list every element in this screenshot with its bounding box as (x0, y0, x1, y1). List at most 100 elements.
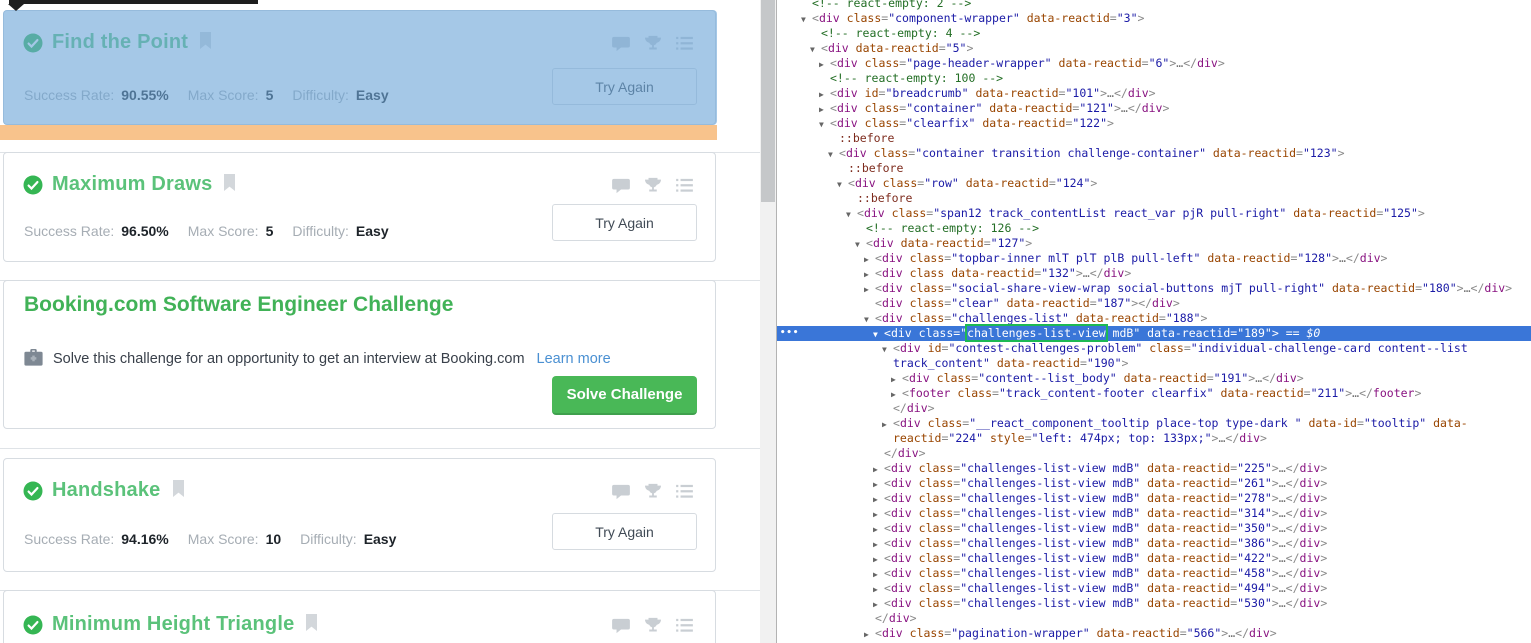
devtools-node-row[interactable]: <!-- react-empty: 2 --> (777, 0, 1531, 11)
devtools-node-row[interactable]: ▼<div class="container transition challe… (777, 146, 1531, 161)
discussions-icon[interactable] (612, 484, 630, 500)
leaderboard-trophy-icon[interactable] (644, 177, 662, 194)
devtools-node-row[interactable]: ▶<div class="challenges-list-view mdB" d… (777, 521, 1531, 536)
expand-arrow-closed-icon[interactable]: ▶ (873, 462, 884, 477)
expand-arrow-open-icon[interactable]: ▼ (837, 177, 848, 192)
page-scrollbar-thumb[interactable] (761, 0, 775, 202)
devtools-node-row[interactable]: ▼<div class="challenges-list" data-react… (777, 311, 1531, 326)
devtools-node-row[interactable]: ▶<div class="challenges-list-view mdB" d… (777, 566, 1531, 581)
node-options-dots-icon[interactable]: ••• (780, 326, 799, 341)
challenge-title-link[interactable]: Handshake (52, 479, 161, 502)
expand-arrow-closed-icon[interactable]: ▶ (864, 267, 875, 282)
devtools-node-row[interactable]: ▼<div class="clearfix" data-reactid="122… (777, 116, 1531, 131)
devtools-node-row[interactable]: ▶<div class="challenges-list-view mdB" d… (777, 461, 1531, 476)
solve-challenge-button[interactable]: Solve Challenge (552, 376, 697, 415)
expand-arrow-closed-icon[interactable]: ▶ (864, 252, 875, 267)
devtools-node-row[interactable]: ▶<div class="pagination-wrapper" data-re… (777, 626, 1531, 641)
submissions-list-icon[interactable] (676, 618, 693, 633)
devtools-node-row[interactable]: ▶<div class="challenges-list-view mdB" d… (777, 581, 1531, 596)
devtools-node-row[interactable]: </div> (777, 446, 1531, 461)
devtools-node-row[interactable]: ▶<div class data-reactid="132">…</div> (777, 266, 1531, 281)
expand-arrow-closed-icon[interactable]: ▶ (873, 537, 884, 552)
devtools-node-row[interactable]: <!-- react-empty: 4 --> (777, 26, 1531, 41)
bookmark-icon[interactable] (172, 480, 185, 502)
bookmark-icon[interactable] (305, 614, 318, 636)
expand-arrow-closed-icon[interactable]: ▶ (873, 477, 884, 492)
expand-arrow-open-icon[interactable]: ▼ (819, 117, 830, 132)
devtools-node-row[interactable]: </div> (777, 611, 1531, 626)
challenge-card-maximum-draws[interactable]: Maximum Draws Success Rate: 96.50% Max S… (3, 152, 716, 262)
devtools-node-row[interactable]: <div class="clear" data-reactid="187"></… (777, 296, 1531, 311)
devtools-node-row[interactable]: ▼<div class="row" data-reactid="124"> (777, 176, 1531, 191)
devtools-node-row[interactable]: ▶<div class="challenges-list-view mdB" d… (777, 506, 1531, 521)
devtools-node-row[interactable]: ::before (777, 191, 1531, 206)
try-again-button[interactable]: Try Again (552, 513, 697, 550)
devtools-node-row[interactable]: <!-- react-empty: 126 --> (777, 221, 1531, 236)
expand-arrow-closed-icon[interactable]: ▶ (864, 282, 875, 297)
expand-arrow-closed-icon[interactable]: ▶ (873, 552, 884, 567)
devtools-node-row[interactable]: track_content" data-reactid="190"> (777, 356, 1531, 371)
devtools-node-row[interactable]: ▶<div class="social-share-view-wrap soci… (777, 281, 1531, 296)
expand-arrow-closed-icon[interactable]: ▶ (891, 372, 902, 387)
expand-arrow-closed-icon[interactable]: ▶ (873, 567, 884, 582)
devtools-node-row[interactable]: ▶<div class="challenges-list-view mdB" d… (777, 596, 1531, 611)
expand-arrow-closed-icon[interactable]: ▶ (873, 582, 884, 597)
try-again-button[interactable]: Try Again (552, 204, 697, 241)
devtools-node-row-selected[interactable]: •••▼<div class="challenges-list-view mdB… (777, 326, 1531, 341)
devtools-node-row[interactable]: ▶<div class="challenges-list-view mdB" d… (777, 491, 1531, 506)
expand-arrow-open-icon[interactable]: ▼ (873, 327, 884, 342)
expand-arrow-closed-icon[interactable]: ▶ (819, 102, 830, 117)
devtools-node-row[interactable]: ▶<div class="topbar-inner mlT plT plB pu… (777, 251, 1531, 266)
bookmark-icon[interactable] (223, 174, 236, 196)
leaderboard-trophy-icon[interactable] (644, 617, 662, 634)
expand-arrow-closed-icon[interactable]: ▶ (873, 597, 884, 612)
devtools-node-row[interactable]: ▼<div data-reactid="127"> (777, 236, 1531, 251)
challenge-title-link[interactable]: Minimum Height Triangle (52, 613, 294, 636)
devtools-node-row[interactable]: ▶<div class="page-header-wrapper" data-r… (777, 56, 1531, 71)
devtools-node-row[interactable]: ▶<div class="container" data-reactid="12… (777, 101, 1531, 116)
devtools-node-row[interactable]: ▶<div class="challenges-list-view mdB" d… (777, 536, 1531, 551)
submissions-list-icon[interactable] (676, 484, 693, 499)
devtools-node-row[interactable]: ▶<div class="__react_component_tooltip p… (777, 416, 1531, 431)
expand-arrow-open-icon[interactable]: ▼ (864, 312, 875, 327)
discussions-icon[interactable] (612, 618, 630, 634)
expand-arrow-open-icon[interactable]: ▼ (846, 207, 857, 222)
leaderboard-trophy-icon[interactable] (644, 483, 662, 500)
devtools-node-row[interactable]: ▼<div class="span12 track_contentList re… (777, 206, 1531, 221)
learn-more-link[interactable]: Learn more (537, 351, 611, 367)
submissions-list-icon[interactable] (676, 178, 693, 193)
expand-arrow-open-icon[interactable]: ▼ (855, 237, 866, 252)
devtools-node-row[interactable]: ▶<div class="content--list_body" data-re… (777, 371, 1531, 386)
discussions-icon[interactable] (612, 178, 630, 194)
devtools-node-row[interactable]: ▶<footer class="track_content-footer cle… (777, 386, 1531, 401)
page-scrollbar[interactable] (760, 0, 776, 643)
expand-arrow-open-icon[interactable]: ▼ (810, 42, 821, 57)
challenge-title-link[interactable]: Maximum Draws (52, 173, 212, 196)
expand-arrow-closed-icon[interactable]: ▶ (891, 387, 902, 402)
devtools-node-row[interactable]: ▼<div class="component-wrapper" data-rea… (777, 11, 1531, 26)
expand-arrow-closed-icon[interactable]: ▶ (882, 417, 893, 432)
expand-arrow-closed-icon[interactable]: ▶ (873, 507, 884, 522)
expand-arrow-closed-icon[interactable]: ▶ (864, 627, 875, 642)
devtools-node-row[interactable]: ▶<div class="challenges-list-view mdB" d… (777, 476, 1531, 491)
expand-arrow-closed-icon[interactable]: ▶ (819, 57, 830, 72)
promo-card-booking[interactable]: Booking.com Software Engineer Challenge … (3, 280, 716, 429)
devtools-node-row[interactable]: reactid="224" style="left: 474px; top: 1… (777, 431, 1531, 446)
expand-arrow-open-icon[interactable]: ▼ (882, 342, 893, 357)
devtools-node-row[interactable]: ▼<div id="contest-challenges-problem" cl… (777, 341, 1531, 356)
devtools-node-row[interactable]: ::before (777, 131, 1531, 146)
expand-arrow-closed-icon[interactable]: ▶ (819, 87, 830, 102)
expand-arrow-open-icon[interactable]: ▼ (828, 147, 839, 162)
source-token: class (903, 266, 945, 280)
challenge-card-minimum-height-triangle[interactable]: Minimum Height Triangle (3, 590, 716, 643)
devtools-node-row[interactable]: ▼<div data-reactid="5"> (777, 41, 1531, 56)
devtools-node-row[interactable]: ▶<div id="breadcrumb" data-reactid="101"… (777, 86, 1531, 101)
devtools-node-row[interactable]: <!-- react-empty: 100 --> (777, 71, 1531, 86)
devtools-node-row[interactable]: ::before (777, 161, 1531, 176)
expand-arrow-open-icon[interactable]: ▼ (801, 12, 812, 27)
challenge-card-handshake[interactable]: Handshake Success Rate: 94.16% Max Score… (3, 458, 716, 572)
devtools-node-row[interactable]: ▶<div class="challenges-list-view mdB" d… (777, 551, 1531, 566)
expand-arrow-closed-icon[interactable]: ▶ (873, 522, 884, 537)
devtools-node-row[interactable]: </div> (777, 401, 1531, 416)
expand-arrow-closed-icon[interactable]: ▶ (873, 492, 884, 507)
